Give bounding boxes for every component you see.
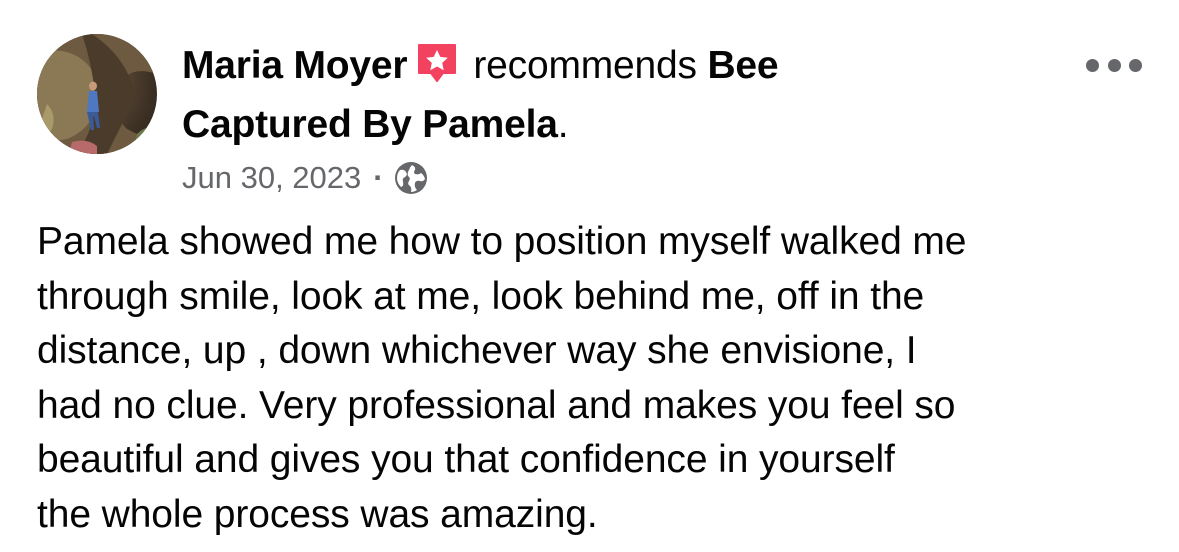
post-header: Maria Moyer recommends Bee Captured By Pa… (182, 36, 942, 154)
more-options-icon[interactable] (1086, 52, 1142, 78)
post-text-line: had no clue. Very professional and makes… (37, 383, 956, 427)
globe-icon[interactable] (394, 161, 428, 195)
post-text-line: the whole process was amazing. (37, 492, 598, 536)
post-text-line: through smile, look at me, look behind m… (37, 274, 925, 318)
more-dot (1107, 58, 1121, 72)
page-name-period: . (557, 103, 569, 146)
post-text-line: beautiful and gives you that confidence … (37, 438, 895, 481)
post-text-line: distance, up , down whichever way she en… (37, 329, 917, 372)
recommendation-post: Maria Moyer recommends Bee Captured By Pa… (0, 0, 1179, 552)
avatar[interactable] (37, 34, 157, 154)
post-body: Pamela showed me how to position myself … (37, 215, 1157, 542)
recommends-text: recommends (473, 44, 697, 87)
author-name[interactable]: Maria Moyer (182, 44, 408, 87)
post-text-line: Pamela showed me how to position myself … (37, 220, 967, 263)
post-meta: Jun 30, 2023 · (182, 155, 428, 201)
recommend-star-icon (415, 41, 459, 85)
post-date[interactable]: Jun 30, 2023 (182, 155, 361, 201)
meta-separator: · (373, 160, 384, 195)
more-dot (1129, 58, 1142, 72)
more-dot (1086, 58, 1099, 72)
